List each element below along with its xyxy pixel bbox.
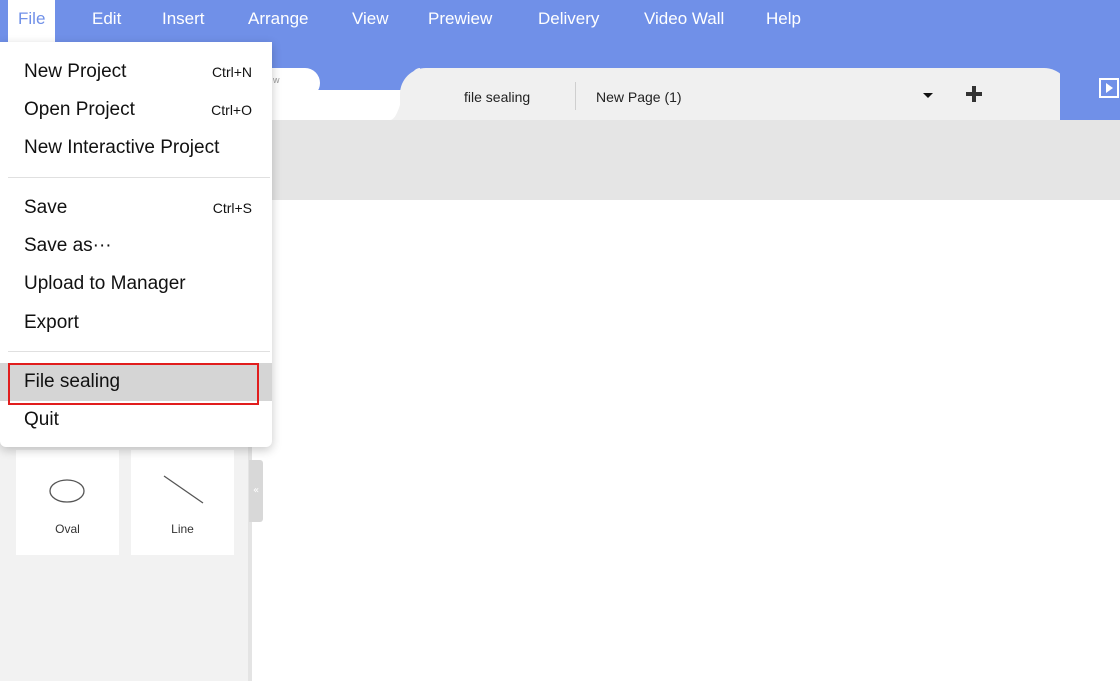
menu-view[interactable]: View [342, 0, 399, 38]
tab-project-name[interactable]: file sealing [464, 68, 530, 120]
menu-upload-to-manager[interactable]: Upload to Manager [0, 265, 272, 303]
menu-help[interactable]: Help [756, 0, 811, 38]
menu-file[interactable]: File [8, 0, 56, 42]
menu-preview[interactable]: Prewiew [418, 0, 502, 38]
oval-icon [49, 479, 85, 503]
line-icon [163, 475, 204, 504]
menu-video-wall[interactable]: Video Wall [634, 0, 734, 38]
collapse-panel-handle[interactable]: « [249, 460, 263, 522]
menu-arrange[interactable]: Arrange [238, 0, 318, 38]
menu-item-label: New Project [24, 61, 127, 82]
menu-item-label: Quit [24, 409, 59, 430]
menu-edit[interactable]: Edit [82, 0, 131, 38]
menu-item-label: New Interactive Project [24, 137, 220, 158]
menu-new-interactive-project[interactable]: New Interactive Project [0, 129, 272, 167]
menu-delivery[interactable]: Delivery [528, 0, 609, 38]
caret-down-icon[interactable] [918, 82, 938, 106]
menu-item-label: Save [24, 197, 68, 218]
menu-item-label: Save as··· [24, 235, 112, 256]
menu-item-shortcut: Ctrl+O [211, 102, 252, 118]
view-toggle-label: w [273, 75, 280, 85]
menu-item-label: Export [24, 312, 79, 333]
menu-new-project[interactable]: New Project Ctrl+N [0, 53, 272, 91]
menu-item-label: Open Project [24, 99, 135, 120]
play-icon[interactable] [1098, 77, 1120, 99]
menu-insert[interactable]: Insert [152, 0, 215, 38]
shape-oval-label: Oval [55, 522, 80, 536]
menu-item-shortcut: Ctrl+S [212, 200, 252, 216]
tab-page-name[interactable]: New Page (1) [596, 68, 682, 120]
menu-open-project[interactable]: Open Project Ctrl+O [0, 91, 272, 129]
menu-separator [8, 351, 270, 352]
plus-icon[interactable] [962, 82, 986, 106]
shape-oval[interactable]: Oval [16, 450, 119, 555]
menu-separator [8, 177, 270, 178]
highlight-box [8, 363, 259, 405]
app-window: File Edit Insert Arrange View Prewiew De… [0, 0, 1120, 681]
menu-item-shortcut: Ctrl+N [211, 64, 252, 80]
shape-line-label: Line [171, 522, 194, 536]
menu-item-label: Upload to Manager [24, 273, 186, 294]
tab-divider [575, 82, 576, 110]
menu-quit[interactable]: Quit [0, 401, 272, 439]
menu-save-as[interactable]: Save as··· [0, 227, 272, 265]
menu-save[interactable]: Save Ctrl+S [0, 189, 272, 227]
shape-line[interactable]: Line [131, 450, 234, 555]
menu-export[interactable]: Export [0, 304, 272, 342]
